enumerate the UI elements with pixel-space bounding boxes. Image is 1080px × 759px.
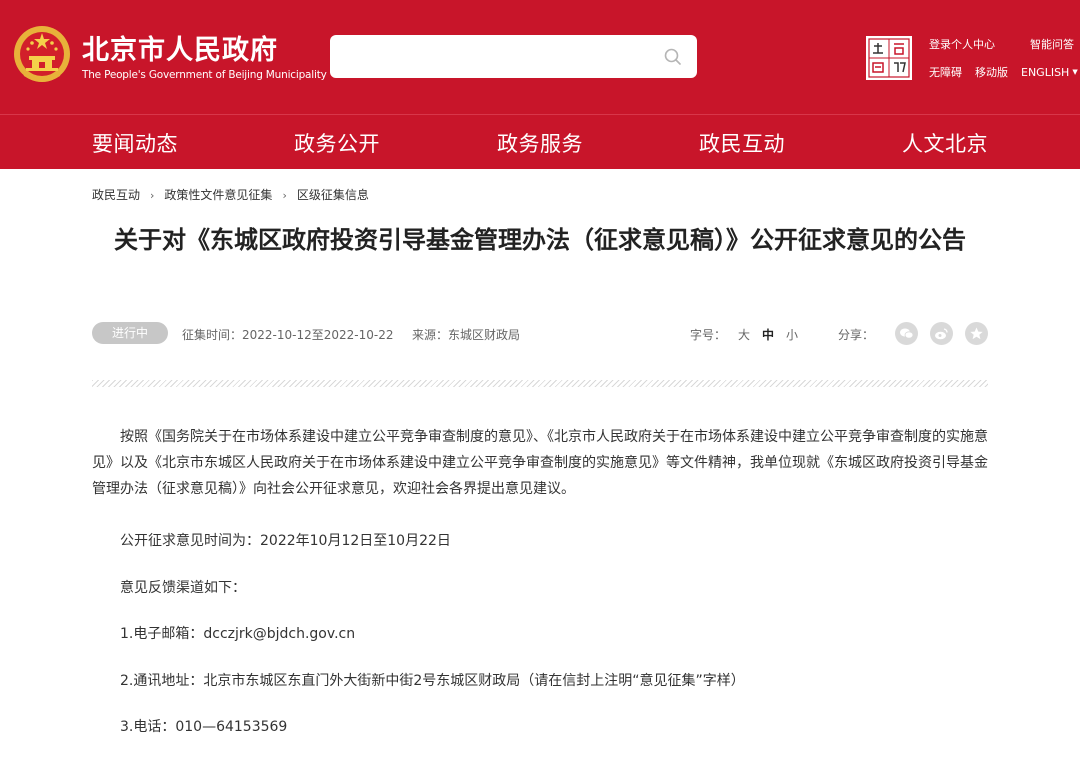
share-favorite-button[interactable] <box>965 322 988 345</box>
site-header: 北京市人民政府 The People's Government of Beiji… <box>0 0 1080 114</box>
site-title[interactable]: 北京市人民政府 <box>82 28 278 67</box>
mobile-version-link[interactable]: 移动版 <box>975 64 1008 80</box>
breadcrumb: 政民互动 › 政策性文件意见征集 › 区级征集信息 <box>92 186 369 203</box>
font-size-large[interactable]: 大 <box>738 326 750 343</box>
email-line: 1.电子邮箱：dcczjrk@bjdch.gov.cn <box>120 626 356 642</box>
font-size-label: 字号： <box>690 328 727 342</box>
site-subtitle: The People's Government of Beijing Munic… <box>82 69 327 81</box>
share-label: 分享： <box>838 328 875 342</box>
personal-center-link[interactable]: 登录个人中心 <box>929 36 995 52</box>
nav-item-culture[interactable]: 人文北京 <box>902 128 988 158</box>
page-title: 关于对《东城区政府投资引导基金管理办法（征求意见稿）》公开征求意见的公告 <box>114 226 966 254</box>
search-icon[interactable] <box>664 48 681 65</box>
font-size-small[interactable]: 小 <box>786 326 798 343</box>
nav-item-news[interactable]: 要闻动态 <box>92 128 178 158</box>
capital-window-logo[interactable] <box>864 34 914 90</box>
language-label: ENGLISH <box>1021 66 1070 79</box>
nav-item-government-affairs[interactable]: 政务公开 <box>294 128 380 158</box>
consultation-period: 征集时间：2022-10-12至2022-10-22 <box>182 328 394 342</box>
address-line: 2.通讯地址：北京市东城区东直门外大街新中街2号东城区财政局（请在信封上注明“意… <box>120 673 745 689</box>
section-divider <box>92 380 988 387</box>
accessibility-link[interactable]: 无障碍 <box>929 64 962 80</box>
caret-down-icon: ▼ <box>1072 68 1078 76</box>
breadcrumb-interaction[interactable]: 政民互动 <box>92 188 140 202</box>
status-badge: 进行中 <box>92 322 168 344</box>
breadcrumb-policy-consultation[interactable]: 政策性文件意见征集 <box>164 188 272 202</box>
feedback-channels-line: 意见反馈渠道如下： <box>120 580 246 596</box>
breadcrumb-district-info[interactable]: 区级征集信息 <box>297 188 369 202</box>
font-size-medium[interactable]: 中 <box>762 326 774 343</box>
search-input[interactable] <box>330 35 650 78</box>
chevron-right-icon: › <box>150 189 155 202</box>
article-paragraph: 按照《国务院关于在市场体系建设中建立公平竞争审查制度的意见》、《北京市人民政府关… <box>92 429 988 497</box>
consultation-time-line: 公开征求意见时间为：2022年10月12日至10月22日 <box>120 533 451 549</box>
search-box <box>330 35 697 78</box>
share-wechat-button[interactable] <box>895 322 918 345</box>
weibo-icon <box>935 328 948 340</box>
share-weibo-button[interactable] <box>930 322 953 345</box>
language-switch[interactable]: ENGLISH ▼ <box>1021 66 1078 79</box>
national-emblem-icon[interactable] <box>12 24 72 86</box>
phone-line: 3.电话：010—64153569 <box>120 719 288 735</box>
nav-item-interaction[interactable]: 政民互动 <box>699 128 785 158</box>
smart-qa-link[interactable]: 智能问答 <box>1030 36 1074 52</box>
wechat-icon <box>900 328 914 339</box>
favorite-icon <box>970 327 983 340</box>
article-body: 按照《国务院关于在市场体系建设中建立公平竞争审查制度的意见》、《北京市人民政府关… <box>92 424 988 502</box>
nav-item-government-services[interactable]: 政务服务 <box>497 128 583 158</box>
chevron-right-icon: › <box>282 189 287 202</box>
main-nav: 要闻动态 政务公开 政务服务 政民互动 人文北京 <box>0 114 1080 169</box>
article-source: 来源：东城区财政局 <box>412 328 521 342</box>
